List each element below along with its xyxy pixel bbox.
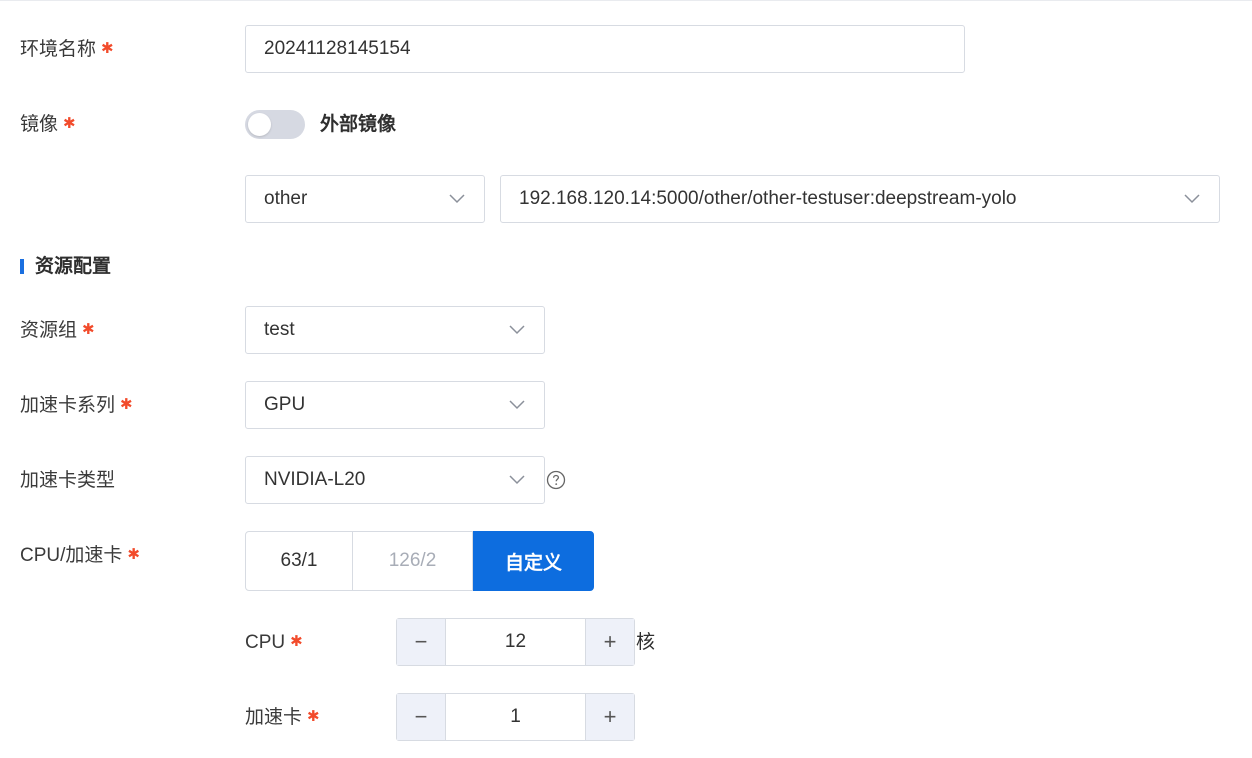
accelerator-series-label: 加速卡系列 ✱: [20, 395, 133, 416]
env-name-label: 环境名称 ✱: [20, 39, 114, 60]
image-select[interactable]: 192.168.120.14:5000/other/other-testuser…: [500, 175, 1220, 223]
required-mark: ✱: [63, 115, 76, 132]
resource-group-value: test: [264, 319, 295, 340]
required-mark: ✱: [307, 708, 320, 725]
cpu-accel-option-custom[interactable]: 自定义: [473, 531, 594, 591]
help-icon[interactable]: [546, 470, 566, 490]
cpu-accel-option-126-2[interactable]: 126/2: [353, 531, 473, 591]
required-mark: ✱: [127, 546, 140, 563]
external-image-label: 外部镜像: [320, 114, 397, 135]
required-mark: ✱: [82, 321, 95, 338]
chevron-down-icon: [509, 475, 525, 485]
image-repo-select[interactable]: other: [245, 175, 485, 223]
cpu-decrement-button[interactable]: −: [397, 619, 446, 665]
accelerator-stepper: − 1 +: [396, 693, 635, 741]
section-marker: [20, 259, 24, 274]
env-name-value: 20241128145154: [264, 38, 411, 59]
chevron-down-icon: [1184, 194, 1200, 204]
cpu-unit: 核: [636, 632, 656, 653]
cpu-increment-button[interactable]: +: [585, 619, 634, 665]
accelerator-label: 加速卡 ✱: [245, 707, 320, 728]
required-mark: ✱: [290, 633, 303, 650]
accelerator-series-value: GPU: [264, 394, 306, 415]
env-name-input[interactable]: 20241128145154: [245, 25, 965, 73]
resource-group-select[interactable]: test: [245, 306, 545, 354]
toggle-knob: [248, 113, 271, 136]
image-label: 镜像 ✱: [20, 114, 76, 135]
chevron-down-icon: [449, 194, 465, 204]
accelerator-value-input[interactable]: 1: [446, 694, 585, 740]
cpu-accel-label: CPU/加速卡 ✱: [20, 545, 140, 566]
required-mark: ✱: [101, 40, 114, 57]
accelerator-decrement-button[interactable]: −: [397, 694, 446, 740]
cpu-accel-segmented-control: 63/1 126/2 自定义: [245, 531, 594, 591]
required-mark: ✱: [120, 396, 133, 413]
cpu-accel-option-63-1[interactable]: 63/1: [245, 531, 353, 591]
top-divider: [0, 0, 1252, 1]
image-repo-value: other: [264, 188, 308, 209]
cpu-label: CPU ✱: [245, 632, 303, 653]
chevron-down-icon: [509, 325, 525, 335]
resource-group-label: 资源组 ✱: [20, 320, 95, 341]
external-image-toggle[interactable]: [245, 110, 305, 139]
accelerator-type-select[interactable]: NVIDIA-L20: [245, 456, 545, 504]
accelerator-type-value: NVIDIA-L20: [264, 469, 366, 490]
chevron-down-icon: [509, 400, 525, 410]
accelerator-increment-button[interactable]: +: [585, 694, 634, 740]
image-value: 192.168.120.14:5000/other/other-testuser…: [519, 188, 1017, 209]
accelerator-series-select[interactable]: GPU: [245, 381, 545, 429]
cpu-value-input[interactable]: 12: [446, 619, 585, 665]
cpu-stepper: − 12 +: [396, 618, 635, 666]
accelerator-type-label: 加速卡类型: [20, 470, 116, 491]
resource-section-title: 资源配置: [35, 256, 112, 277]
env-form: 环境名称 ✱ 20241128145154 镜像 ✱ 外部镜像 other 192.…: [0, 0, 1252, 758]
